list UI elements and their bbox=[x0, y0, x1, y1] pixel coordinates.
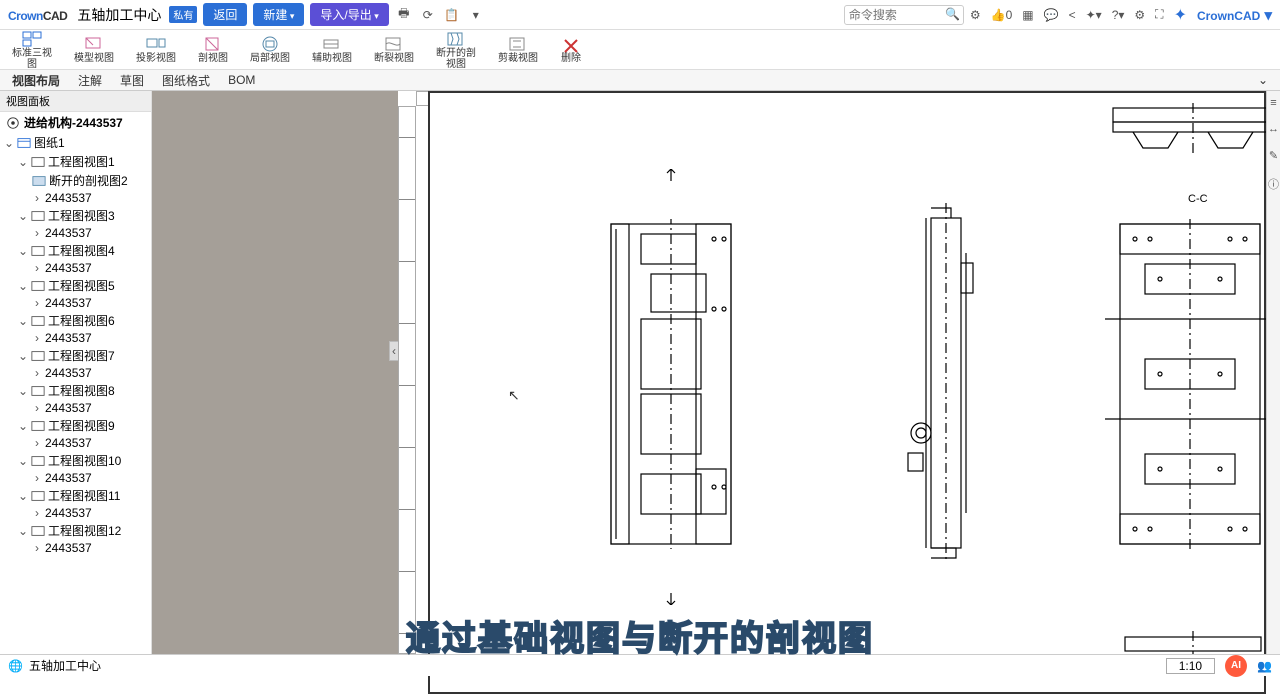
tree-view[interactable]: ⌄工程图视图3 bbox=[4, 206, 151, 225]
tree-sheet[interactable]: ⌄ 图纸1 bbox=[4, 133, 151, 152]
tree-view[interactable]: ⌄工程图视图11 bbox=[4, 486, 151, 505]
drawing-view-elevation[interactable] bbox=[896, 203, 996, 563]
privacy-badge: 私有 bbox=[169, 6, 197, 23]
tab-0[interactable]: 视图布局 bbox=[12, 72, 60, 89]
like-button[interactable]: 👍0 bbox=[991, 8, 1013, 22]
tree-child[interactable]: ›2443537 bbox=[4, 295, 151, 311]
drawing-view-top[interactable] bbox=[1108, 103, 1278, 153]
fullscreen-icon[interactable]: ⛶ bbox=[1155, 7, 1163, 22]
tree-child[interactable]: ›2443537 bbox=[4, 330, 151, 346]
tree-view[interactable]: ⌄工程图视图10 bbox=[4, 451, 151, 470]
video-subtitle: 通过基础视图与断开的剖视图 bbox=[406, 611, 874, 660]
app-logo[interactable]: CrownCAD bbox=[8, 4, 67, 25]
ai-button[interactable]: AI bbox=[1225, 655, 1247, 677]
tree-child[interactable]: ›2443537 bbox=[4, 540, 151, 556]
tree-view[interactable]: ⌄工程图视图4 bbox=[4, 241, 151, 260]
refresh-icon[interactable]: ⟳ bbox=[419, 8, 437, 22]
tab-3[interactable]: 图纸格式 bbox=[162, 72, 210, 89]
search-icon[interactable]: 🔍 bbox=[945, 7, 960, 21]
right-toolbar: ≡ ↔ ✎ ⓘ bbox=[1266, 91, 1280, 654]
tree-child[interactable]: ›2443537 bbox=[4, 225, 151, 241]
tree-view[interactable]: ⌄工程图视图1 bbox=[4, 152, 151, 171]
comment-icon[interactable]: 💬 bbox=[1044, 8, 1059, 22]
tree-view[interactable]: ⌄工程图视图9 bbox=[4, 416, 151, 435]
globe-icon: 🌐 bbox=[8, 659, 23, 673]
tree-child[interactable]: ›2443537 bbox=[4, 260, 151, 276]
tree-child[interactable]: ›2443537 bbox=[4, 505, 151, 521]
tab-1[interactable]: 注解 bbox=[78, 72, 102, 89]
ribbon-del[interactable]: 删除 bbox=[560, 35, 582, 64]
ribbon-proj[interactable]: 投影视图 bbox=[136, 35, 176, 64]
tree-child[interactable]: ›2443537 bbox=[4, 435, 151, 451]
tree-view[interactable]: ⌄工程图视图7 bbox=[4, 346, 151, 365]
tree-child[interactable]: ›2443537 bbox=[4, 365, 151, 381]
new-button[interactable]: 新建 bbox=[253, 3, 304, 26]
zoom-indicator[interactable]: 1:10 bbox=[1166, 658, 1215, 674]
gear-icon[interactable]: ⚙ bbox=[1134, 8, 1145, 22]
ribbon-aux[interactable]: 辅助视图 bbox=[312, 35, 352, 64]
info-icon[interactable]: ⓘ bbox=[1268, 176, 1279, 192]
tree-child[interactable]: ›2443537 bbox=[4, 400, 151, 416]
ribbon-clip[interactable]: 剪裁视图 bbox=[498, 35, 538, 64]
status-doc: 五轴加工中心 bbox=[29, 657, 101, 674]
ribbon-std[interactable]: 标准三视图 bbox=[12, 30, 52, 70]
ribbon-broken[interactable]: 断开的剖视图 bbox=[436, 30, 476, 70]
more-dropdown-icon[interactable]: ▾ bbox=[467, 8, 485, 22]
edit-icon[interactable]: ✎ bbox=[1269, 149, 1278, 162]
tree-view[interactable]: ⌄工程图视图8 bbox=[4, 381, 151, 400]
tab-2[interactable]: 草图 bbox=[120, 72, 144, 89]
document-title: 五轴加工中心 bbox=[77, 5, 161, 25]
tree-root[interactable]: 进给机构-2443537 bbox=[4, 112, 151, 133]
drawing-view-main-section[interactable] bbox=[596, 219, 746, 549]
help-icon[interactable]: ?▾ bbox=[1112, 8, 1125, 22]
ribbon-local[interactable]: 局部视图 bbox=[250, 35, 290, 64]
tree-child[interactable]: ›2443537 bbox=[4, 190, 151, 206]
crowncad-icon[interactable]: ✦ bbox=[1174, 5, 1187, 25]
import-export-button[interactable]: 导入/导出 bbox=[310, 3, 388, 26]
ruler-vertical bbox=[398, 106, 416, 654]
share-icon[interactable]: < bbox=[1069, 8, 1076, 22]
ribbon-sect[interactable]: 剖视图 bbox=[198, 35, 228, 64]
collab-icon[interactable]: 👥 bbox=[1257, 659, 1272, 673]
ribbon-crop[interactable]: 断裂视图 bbox=[374, 35, 414, 64]
drawing-canvas[interactable]: 🔍 ⤢ 👁▾ 🗎 ◎▾ C-C bbox=[398, 91, 1280, 654]
tree-child[interactable]: ›2443537 bbox=[4, 470, 151, 486]
like-count: 0 bbox=[1006, 8, 1013, 22]
tree-view[interactable]: ⌄工程图视图12 bbox=[4, 521, 151, 540]
tab-4[interactable]: BOM bbox=[228, 73, 255, 87]
settings-icon[interactable]: ✦▾ bbox=[1086, 8, 1102, 22]
back-button[interactable]: 返回 bbox=[203, 3, 247, 26]
panel-title: 视图面板 bbox=[0, 91, 151, 112]
collapse-ribbon-icon[interactable]: ⌄ bbox=[1258, 73, 1268, 87]
layers-icon[interactable]: ≡ bbox=[1270, 97, 1276, 109]
tree-view[interactable]: ⌄工程图视图5 bbox=[4, 276, 151, 295]
secondary-pane: ‹ bbox=[152, 91, 398, 654]
tree-view[interactable]: ⌄工程图视图6 bbox=[4, 311, 151, 330]
tree-child[interactable]: 断开的剖视图2 bbox=[4, 171, 151, 190]
tree-icon[interactable]: ⚙ bbox=[970, 8, 981, 22]
grid-icon[interactable]: ▦ bbox=[1022, 8, 1033, 22]
clipboard-icon[interactable]: 📋 bbox=[443, 8, 461, 22]
print-icon[interactable]: 🖶 bbox=[395, 4, 413, 25]
drawing-view-cc-section[interactable] bbox=[1100, 219, 1280, 549]
ribbon-model[interactable]: 模型视图 bbox=[74, 35, 114, 64]
brand-menu[interactable]: CrownCAD ▾ bbox=[1197, 6, 1272, 24]
model-tree-panel: 视图面板 进给机构-2443537 ⌄ 图纸1 ⌄工程图视图1断开的剖视图2›2… bbox=[0, 91, 152, 654]
measure-icon[interactable]: ↔ bbox=[1268, 123, 1279, 135]
section-label: C-C bbox=[1188, 193, 1208, 205]
